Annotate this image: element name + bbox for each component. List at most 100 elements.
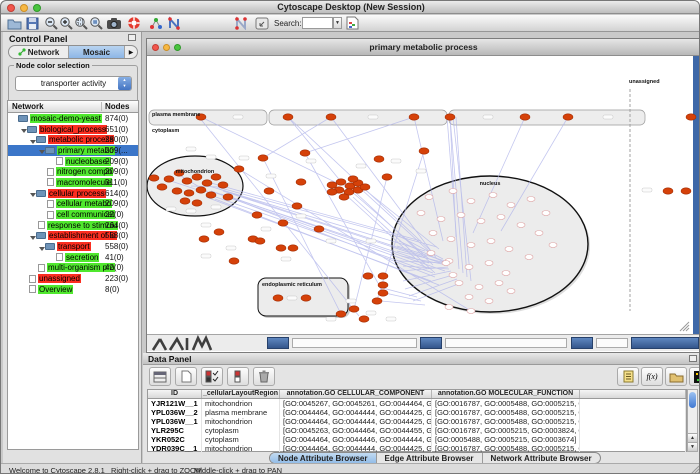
snapshot-icon[interactable] xyxy=(105,15,122,31)
expand-arrow-icon[interactable] xyxy=(29,231,36,242)
table-cell[interactable] xyxy=(580,399,686,408)
table-row[interactable]: YPL036W__2plasma membrane[GO:0044464, GO… xyxy=(148,408,686,417)
tree-row[interactable]: transport558(0) xyxy=(8,241,138,252)
import-table-icon[interactable] xyxy=(344,15,361,31)
unselect-attributes-icon[interactable] xyxy=(227,367,249,386)
tree-row[interactable]: cell communicat22(0) xyxy=(8,209,138,220)
scroll-up-icon[interactable]: ▲ xyxy=(688,433,697,442)
attr-tab-1[interactable]: Edge Attribute Browser xyxy=(377,453,483,463)
expand-arrow-icon[interactable] xyxy=(38,241,45,252)
tree-row[interactable]: cellular process614(0) xyxy=(8,188,138,199)
scroll-down-icon[interactable]: ▼ xyxy=(688,442,697,451)
table-header-row[interactable]: ID_cellularLayoutRegionannotation.GO CEL… xyxy=(148,390,686,399)
layout-icon-b[interactable] xyxy=(233,15,250,31)
table-cell[interactable]: YJR121W__1 xyxy=(148,399,202,408)
table-cell[interactable]: [GO:0045263, GO:0044464, GO:0044455, G..… xyxy=(280,426,432,435)
open-icon[interactable] xyxy=(6,15,23,31)
node-color-dropdown[interactable]: transporter activity ▲▼ xyxy=(15,76,132,91)
table-cell[interactable]: [GO:0045267, GO:0045261, GO:0044464, G..… xyxy=(280,399,432,408)
tree-row[interactable]: Overview8(0) xyxy=(8,284,138,295)
table-icon[interactable] xyxy=(149,367,171,386)
annotation-icon[interactable] xyxy=(253,15,270,31)
table-header-cell[interactable]: annotation.GO MOLECULAR_FUNCTION xyxy=(432,390,580,398)
layout-icon-a[interactable] xyxy=(166,15,183,31)
background-window-d[interactable] xyxy=(631,337,699,349)
table-cell[interactable]: YDR039C__1 xyxy=(148,444,202,453)
table-cell[interactable]: [GO:0016787, GO:0005215, GO:0003824, G..… xyxy=(432,426,580,435)
tree-row[interactable]: metabolic process280(0) xyxy=(8,134,138,145)
table-cell[interactable]: [GO:0044464, GO:0044444, GO:0044425, G..… xyxy=(280,408,432,417)
trash-icon[interactable] xyxy=(253,367,275,386)
table-header-cell[interactable] xyxy=(580,390,686,398)
table-cell[interactable]: cytoplasm xyxy=(202,435,280,444)
table-row[interactable]: YJR121W__1mitochondrion[GO:0045267, GO:0… xyxy=(148,399,686,408)
attr-tab-2[interactable]: Network Attribute Browser xyxy=(483,453,600,463)
window-resize-grip[interactable] xyxy=(689,465,700,474)
tree-row[interactable]: cellular metabo209(0) xyxy=(8,199,138,210)
expand-arrow-icon[interactable] xyxy=(38,145,45,156)
background-window-c[interactable] xyxy=(571,337,593,349)
table-cell[interactable] xyxy=(580,417,686,426)
tree-row[interactable]: macromolecule311(0) xyxy=(8,177,138,188)
expand-arrow-icon[interactable] xyxy=(29,134,36,145)
zoom-fit-icon[interactable] xyxy=(88,15,105,31)
new-document-icon[interactable] xyxy=(175,367,197,386)
tree-row[interactable]: response to stimulu264(0) xyxy=(8,220,138,231)
expand-arrow-icon[interactable] xyxy=(29,188,36,199)
tree-row[interactable]: nucleobase-209(0) xyxy=(8,156,138,167)
table-cell[interactable]: [GO:0016787, GO:0005488, GO:0005215, G..… xyxy=(432,399,580,408)
tree-row[interactable]: unassigned223(0) xyxy=(8,273,138,284)
table-row[interactable]: YPL036W__1mitochondrion[GO:0044464, GO:0… xyxy=(148,417,686,426)
expand-arrow-icon[interactable] xyxy=(20,124,27,135)
table-cell[interactable]: YKR052C xyxy=(148,435,202,444)
attribute-table[interactable]: ID_cellularLayoutRegionannotation.GO CEL… xyxy=(147,389,687,452)
background-window-a[interactable] xyxy=(267,337,289,349)
tree-row[interactable]: primary metabo209(... xyxy=(8,145,138,156)
table-scrollbar[interactable]: ▲ ▼ xyxy=(687,389,698,452)
tree-row[interactable]: secretion41(0) xyxy=(8,252,138,263)
table-cell[interactable]: [GO:0016787, GO:0005488, GO:0005215, G..… xyxy=(432,408,580,417)
table-cell[interactable]: [GO:0044464, GO:0044446, GO:0044444, G..… xyxy=(280,435,432,444)
table-cell[interactable]: [GO:0016787, GO:0005488, GO:0005215, G..… xyxy=(432,417,580,426)
table-cell[interactable]: YPL036W__2 xyxy=(148,408,202,417)
select-attributes-icon[interactable] xyxy=(201,367,223,386)
table-row[interactable]: YKR052Ccytoplasm[GO:0044464, GO:0044446,… xyxy=(148,435,686,444)
table-cell[interactable]: [GO:0044464, GO:0044444, GO:0044425, G..… xyxy=(280,417,432,426)
background-window-b[interactable] xyxy=(420,337,442,349)
table-cell[interactable]: YPL036W__1 xyxy=(148,417,202,426)
tree-row[interactable]: establishment of lo558(0) xyxy=(8,231,138,242)
table-cell[interactable] xyxy=(580,435,686,444)
table-cell[interactable]: YLR295C xyxy=(148,426,202,435)
tree-row[interactable]: biological_process651(0) xyxy=(8,124,138,135)
table-header-cell[interactable]: ID xyxy=(148,390,202,398)
canvas-resize-grip[interactable] xyxy=(678,320,690,332)
table-cell[interactable]: plasma membrane xyxy=(202,408,280,417)
table-cell[interactable]: cytoplasm xyxy=(202,426,280,435)
tree-row[interactable]: nitrogen compo209(0) xyxy=(8,166,138,177)
table-cell[interactable]: mitochondrion xyxy=(202,399,280,408)
help-ring-icon[interactable] xyxy=(125,15,142,31)
network-graph[interactable]: plasma membranecytoplasmmitochondrionnuc… xyxy=(147,56,700,334)
table-cell[interactable]: mitochondrion xyxy=(202,444,280,453)
network-view-titlebar[interactable]: primary metabolic process xyxy=(147,39,700,56)
search-input[interactable] xyxy=(302,17,333,29)
search-dropdown-arrow[interactable]: ▼ xyxy=(333,17,342,29)
tree-header[interactable]: Network Nodes xyxy=(8,101,138,113)
tab-overflow-arrow[interactable]: ▶ xyxy=(125,46,137,58)
table-row[interactable]: YLR295Ccytoplasm[GO:0045263, GO:0044464,… xyxy=(148,426,686,435)
scrollbar-thumb[interactable] xyxy=(689,392,696,408)
formula-icon[interactable]: f(x) xyxy=(641,367,663,386)
float-panel-icon[interactable] xyxy=(128,34,136,41)
attr-tab-0[interactable]: Node Attribute Browser xyxy=(270,453,377,463)
tree-row[interactable]: multi-organism pro42(0) xyxy=(8,263,138,274)
save-icon[interactable] xyxy=(24,15,41,31)
network-icon[interactable] xyxy=(147,15,164,31)
tree-row[interactable]: mosaic-demo-yeast874(0) xyxy=(8,113,138,124)
network-canvas[interactable]: plasma membranecytoplasmmitochondrionnuc… xyxy=(147,56,700,334)
data-panel-titlebar[interactable]: Data Panel xyxy=(143,353,700,365)
table-cell[interactable]: [GO:0005488, GO:0005215, GO:0003674] xyxy=(432,435,580,444)
table-header-cell[interactable]: _cellularLayoutRegion xyxy=(202,390,280,398)
window-titlebar[interactable]: Cytoscape Desktop (New Session) xyxy=(1,1,700,14)
table-cell[interactable] xyxy=(580,408,686,417)
table-header-cell[interactable]: annotation.GO CELLULAR_COMPONENT xyxy=(280,390,432,398)
